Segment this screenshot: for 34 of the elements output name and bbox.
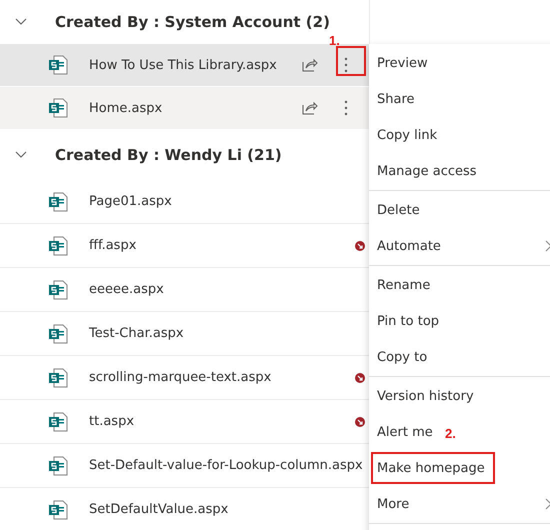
file-name[interactable]: SetDefaultValue.aspx <box>89 502 369 517</box>
annotation-frame <box>336 46 366 76</box>
sharepoint-page-icon <box>48 192 68 212</box>
file-name[interactable]: Set-Default-value-for-Lookup-column.aspx <box>89 458 369 473</box>
share-icon <box>302 58 318 72</box>
group-header[interactable]: Created By : System Account (2) <box>55 13 330 31</box>
file-name[interactable]: Test-Char.aspx <box>89 326 369 341</box>
sharepoint-page-icon <box>48 324 68 344</box>
sharepoint-page-icon <box>48 368 68 388</box>
file-name[interactable]: tt.aspx <box>89 414 355 429</box>
sharepoint-page-icon <box>48 55 68 75</box>
more-icon <box>344 100 348 116</box>
sharepoint-page-icon <box>48 280 68 300</box>
sharepoint-page-icon <box>48 456 68 476</box>
file-name[interactable]: eeeee.aspx <box>89 282 369 297</box>
file-name[interactable]: How To Use This Library.aspx <box>89 58 297 72</box>
sharepoint-page-icon <box>48 98 68 118</box>
annotation-number: 2. <box>445 426 456 441</box>
sharepoint-page-icon <box>48 500 68 520</box>
chevron-icon[interactable] <box>15 151 27 159</box>
sharepoint-page-icon <box>48 412 68 432</box>
more-icon <box>344 57 348 73</box>
file-row[interactable]: Home.aspx <box>0 87 369 130</box>
file-name[interactable]: fff.aspx <box>89 238 355 253</box>
file-row[interactable]: How To Use This Library.aspx <box>0 44 369 87</box>
group-header[interactable]: Created By : Wendy Li (21) <box>55 146 282 164</box>
share-icon <box>302 101 318 115</box>
menu-item[interactable]: Automate <box>369 228 550 264</box>
file-name[interactable]: scrolling-marquee-text.aspx <box>89 370 355 385</box>
menu-item[interactable]: More <box>369 486 550 522</box>
chevron-icon[interactable] <box>15 18 27 26</box>
file-name[interactable]: Home.aspx <box>89 100 297 116</box>
sharepoint-page-icon <box>48 236 68 256</box>
file-name[interactable]: Page01.aspx <box>89 194 369 209</box>
